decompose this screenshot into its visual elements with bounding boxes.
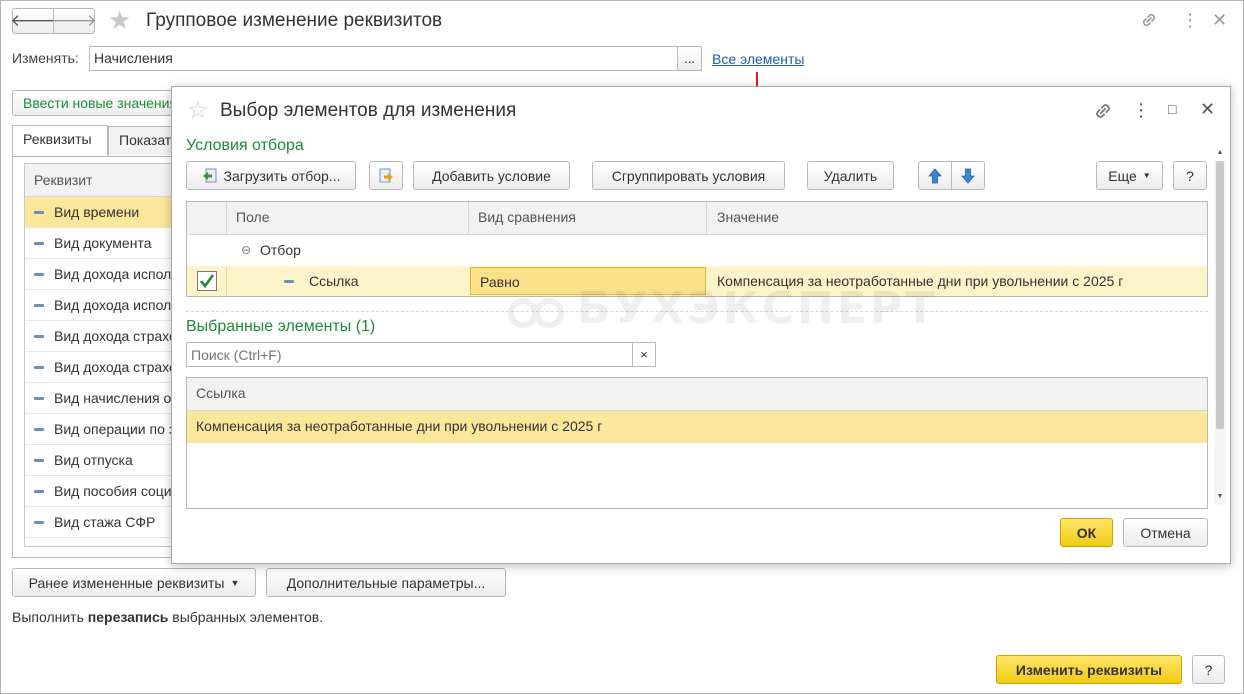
item-dash-icon xyxy=(34,489,44,493)
dialog-help-button[interactable]: ? xyxy=(1173,161,1207,190)
table-row[interactable]: Вид документа xyxy=(25,228,173,259)
dialog-title: Выбор элементов для изменения xyxy=(220,100,517,121)
dropdown-arrow-icon: ▼ xyxy=(1142,171,1151,180)
filter-grid-header: Поле Вид сравнения Значение xyxy=(187,202,1207,235)
watermark: БУХЭКСПЕРТ xyxy=(507,283,938,334)
window-title: Групповое изменение реквизитов xyxy=(146,10,443,31)
attributes-table: Реквизит Вид времени Вид документа Вид д… xyxy=(24,163,174,547)
condition-field[interactable]: Ссылка xyxy=(300,266,368,296)
column-divider xyxy=(226,202,227,235)
arrow-left-icon: 🡐 xyxy=(10,11,56,30)
column-field: Поле xyxy=(236,209,270,225)
table-row[interactable]: Вид дохода исполнительного листа xyxy=(25,290,173,321)
dialog-maximize-icon[interactable]: □ xyxy=(1168,102,1176,116)
select-elements-dialog: ☆ Выбор элементов для изменения ⋮ □ ✕ Ус… xyxy=(171,86,1231,564)
item-dash-icon xyxy=(34,458,44,462)
item-dash-icon xyxy=(34,334,44,338)
move-down-button[interactable] xyxy=(951,161,985,190)
table-row[interactable]: Вид дохода страховые взносы НС xyxy=(25,352,173,383)
table-row[interactable]: Вид начисления оплаты xyxy=(25,383,173,414)
add-condition-button[interactable]: Добавить условие xyxy=(413,161,570,190)
help-button[interactable]: ? xyxy=(1192,655,1225,684)
operation-description: Выполнить перезапись выбранных элементов… xyxy=(12,609,324,625)
enter-new-values-button[interactable]: Ввести новые значения xyxy=(12,90,174,116)
watermark-logo-icon xyxy=(507,291,567,331)
group-conditions-button[interactable]: Сгруппировать условия xyxy=(592,161,785,190)
item-dash-icon xyxy=(34,272,44,276)
change-object-field[interactable]: Начисления xyxy=(89,46,678,71)
item-dash-icon xyxy=(34,396,44,400)
table-row[interactable]: Компенсация за неотработанные дни при ув… xyxy=(187,411,1207,443)
delete-condition-button[interactable]: Удалить xyxy=(807,161,894,190)
table-row[interactable]: Вид отпуска xyxy=(25,445,173,476)
forward-button[interactable]: 🡒 xyxy=(51,8,97,34)
checkmark-icon xyxy=(199,274,215,289)
search-input[interactable] xyxy=(186,342,633,367)
table-row[interactable]: Вид дохода исполнительного производства xyxy=(25,259,173,290)
collapse-icon[interactable]: ⊖ xyxy=(241,243,251,257)
table-row[interactable]: Вид операции по зарплате xyxy=(25,414,173,445)
table-row[interactable]: Вид времени xyxy=(25,197,173,228)
scroll-thumb[interactable] xyxy=(1216,161,1224,429)
arrow-up-icon xyxy=(928,167,942,183)
clear-search-button[interactable]: × xyxy=(632,342,656,367)
all-elements-link[interactable]: Все элементы xyxy=(712,51,804,67)
dialog-more-vertical-icon[interactable]: ⋮ xyxy=(1132,101,1150,119)
link-icon[interactable] xyxy=(1140,11,1158,33)
column-comparison: Вид сравнения xyxy=(478,209,576,225)
change-attributes-button[interactable]: Изменить реквизиты xyxy=(996,655,1182,684)
table-row[interactable]: Вид пособия социального страхования xyxy=(25,476,173,507)
item-dash-icon xyxy=(34,241,44,245)
filter-group-row[interactable]: ⊖ Отбор xyxy=(187,235,1207,266)
dialog-close-icon[interactable]: ✕ xyxy=(1200,100,1215,118)
column-divider xyxy=(468,202,469,235)
move-up-button[interactable] xyxy=(918,161,952,190)
save-filter-icon xyxy=(379,168,393,182)
item-dash-icon xyxy=(34,303,44,307)
column-value: Значение xyxy=(717,209,780,225)
back-button[interactable]: 🡐 xyxy=(10,8,56,34)
table-row[interactable]: Вид стажа СФР xyxy=(25,507,173,538)
condition-checkbox[interactable] xyxy=(197,271,217,291)
column-divider xyxy=(706,202,707,235)
load-filter-icon xyxy=(202,168,217,182)
more-button[interactable]: Еще ▼ xyxy=(1096,161,1163,190)
additional-params-button[interactable]: Дополнительные параметры... xyxy=(266,568,506,597)
dialog-scrollbar[interactable]: ▲ ▼ xyxy=(1215,149,1225,505)
scroll-up-icon[interactable]: ▲ xyxy=(1215,149,1225,157)
column-reference: Ссылка xyxy=(196,385,246,401)
item-dash-icon xyxy=(34,210,44,214)
more-vertical-icon[interactable]: ⋮ xyxy=(1181,11,1199,29)
arrow-down-icon xyxy=(961,168,975,184)
selected-elements-grid: Ссылка Компенсация за неотработанные дни… xyxy=(186,377,1208,509)
scroll-down-icon[interactable]: ▼ xyxy=(1215,493,1225,501)
item-dash-icon xyxy=(34,520,44,524)
filter-section-title: Условия отбора xyxy=(186,137,304,154)
dialog-favorite-star-icon[interactable]: ☆ xyxy=(187,99,209,123)
dropdown-arrow-icon: ▼ xyxy=(230,577,240,588)
close-icon[interactable]: ✕ xyxy=(1212,11,1227,29)
change-label: Изменять: xyxy=(12,50,79,66)
load-filter-button[interactable]: Загрузить отбор... xyxy=(186,161,356,190)
table-row[interactable]: Вид дохода страховые взносы xyxy=(25,321,173,352)
selected-grid-header: Ссылка xyxy=(187,378,1207,411)
previous-attributes-button[interactable]: Ранее измененные реквизиты ▼ xyxy=(12,568,256,597)
item-dash-icon xyxy=(34,365,44,369)
attributes-column-header: Реквизит xyxy=(25,164,173,197)
item-dash-icon xyxy=(34,427,44,431)
tab-indicators[interactable]: Показатели xyxy=(108,126,174,155)
select-object-button[interactable]: ... xyxy=(677,46,702,71)
tab-attributes[interactable]: Реквизиты xyxy=(12,125,108,156)
field-dash-icon xyxy=(284,280,294,283)
column-divider xyxy=(226,266,227,296)
selected-section-title: Выбранные элементы (1) xyxy=(186,318,376,335)
dialog-link-icon[interactable] xyxy=(1093,101,1113,125)
cancel-button[interactable]: Отмена xyxy=(1123,518,1208,547)
favorite-star-icon[interactable]: ★ xyxy=(108,7,131,33)
save-filter-button[interactable] xyxy=(369,161,403,190)
ok-button[interactable]: ОК xyxy=(1060,518,1113,547)
arrow-right-icon: 🡒 xyxy=(51,11,97,30)
